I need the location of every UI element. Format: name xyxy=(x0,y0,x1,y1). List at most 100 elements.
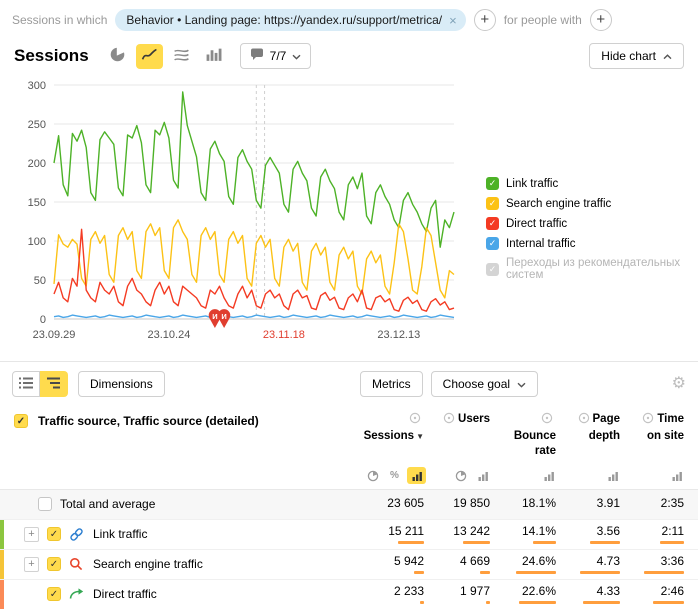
value-share-bar xyxy=(653,601,684,604)
list-view-button[interactable] xyxy=(12,371,40,397)
expand-row-button[interactable]: + xyxy=(24,527,39,542)
metrics-button[interactable]: Metrics xyxy=(360,371,423,397)
percent-display-mode-button[interactable]: % xyxy=(385,467,404,484)
legend-checkbox[interactable]: ✓ xyxy=(486,237,499,250)
display-modes-time-on-site xyxy=(634,467,698,484)
x-axis-tick-label: 23.12.13 xyxy=(377,329,420,341)
bars-display-mode-button[interactable] xyxy=(473,467,492,484)
series-line-internal-traffic[interactable] xyxy=(54,315,454,317)
column-header-time-on-site[interactable]: Time on site xyxy=(634,412,698,444)
segment-chip[interactable]: Behavior • Landing page: https://yandex.… xyxy=(115,9,465,31)
add-people-condition-button[interactable]: + xyxy=(590,9,612,31)
legend-checkbox[interactable]: ✓ xyxy=(486,177,499,190)
metric-value: 4 669 xyxy=(438,555,490,569)
row-label[interactable]: Direct traffic xyxy=(93,587,157,601)
for-people-with-label: for people with xyxy=(504,13,582,27)
direct-arrow-icon xyxy=(69,588,85,600)
bars-display-mode-button[interactable] xyxy=(667,467,686,484)
pie-chart-type-button[interactable] xyxy=(104,44,131,69)
row-checkbox[interactable]: ✓ xyxy=(47,587,61,601)
stacked-chart-type-button[interactable] xyxy=(168,44,195,69)
row-label[interactable]: Search engine traffic xyxy=(93,557,203,571)
legend-item-internal-traffic[interactable]: ✓Internal traffic xyxy=(486,237,698,250)
row-checkbox[interactable]: ✓ xyxy=(47,557,61,571)
value-share-bar xyxy=(516,571,556,574)
value-share-bar xyxy=(583,601,620,604)
select-all-checkbox[interactable]: ✓ xyxy=(14,414,28,428)
metric-value-cell: 19 850 xyxy=(438,497,504,511)
value-share-bar xyxy=(398,541,424,544)
column-header-sessions[interactable]: Sessions▼ xyxy=(358,412,438,444)
expand-row-button[interactable]: + xyxy=(24,557,39,572)
metric-value: 19 850 xyxy=(438,497,490,511)
legend-item-search-engine-traffic[interactable]: ✓Search engine traffic xyxy=(486,197,698,210)
hide-chart-label: Hide chart xyxy=(601,49,656,63)
row-color-stripe xyxy=(0,550,4,579)
tree-view-button[interactable] xyxy=(40,371,68,397)
value-share-bar xyxy=(519,601,556,604)
legend-item-link-traffic[interactable]: ✓Link traffic xyxy=(486,177,698,190)
view-toggle xyxy=(12,371,68,397)
hide-chart-button[interactable]: Hide chart xyxy=(589,43,684,69)
legend-item-direct-traffic[interactable]: ✓Direct traffic xyxy=(486,217,698,230)
pie-chart-icon xyxy=(109,46,126,66)
column-header-label: Bounce rate xyxy=(514,430,556,457)
column-header-users[interactable]: Users xyxy=(438,412,504,429)
pie-display-mode-button[interactable] xyxy=(451,467,470,484)
legend-checkbox[interactable]: ✓ xyxy=(486,263,499,276)
table-row-direct-traffic: ✓Direct traffic2 2331 97722.6%4.332:46 xyxy=(0,580,698,609)
x-axis-tick-label: 23.09.29 xyxy=(33,329,76,341)
choose-goal-label: Choose goal xyxy=(443,377,510,391)
metric-value: 22.6% xyxy=(504,585,556,599)
metric-value: 13 242 xyxy=(438,525,490,539)
row-checkbox[interactable]: ✓ xyxy=(47,527,61,541)
row-label[interactable]: Link traffic xyxy=(93,527,147,541)
chart-legend: ✓Link traffic ✓Search engine traffic ✓Dire… xyxy=(486,177,698,281)
metric-value-cell: 18.1% xyxy=(504,497,570,511)
columns-chart-type-button[interactable] xyxy=(200,44,227,69)
metric-value-cell: 4.33 xyxy=(570,585,634,604)
choose-goal-button[interactable]: Choose goal xyxy=(431,371,538,397)
column-header-label: Sessions xyxy=(364,430,415,442)
bars-display-mode-button[interactable] xyxy=(603,467,622,484)
column-header-page-depth[interactable]: Page depth xyxy=(570,412,634,444)
metric-value-cell: 13 242 xyxy=(438,525,504,544)
y-axis-tick-label: 200 xyxy=(28,158,46,170)
x-axis-tick-label[interactable]: 23.11.18 xyxy=(263,329,305,341)
metric-value-cell: 2 233 xyxy=(358,585,438,604)
value-share-bar xyxy=(533,541,556,544)
value-share-bar xyxy=(590,541,620,544)
annotation-pin[interactable]: И xyxy=(218,309,230,328)
metric-value: 2:11 xyxy=(634,525,684,539)
display-mode-row: % xyxy=(0,463,698,490)
legend-item-[interactable]: ✓Переходы из рекомендательных систем xyxy=(486,257,698,281)
metric-value-cell: 2:46 xyxy=(634,585,698,604)
annotations-count: 7/7 xyxy=(270,49,287,63)
row-label: Total and average xyxy=(60,497,155,511)
metric-value-cell: 2:11 xyxy=(634,525,698,544)
metric-value-cell: 24.6% xyxy=(504,555,570,574)
pie-display-mode-button[interactable] xyxy=(363,467,382,484)
annotations-dropdown[interactable]: 7/7 xyxy=(240,43,312,69)
chevron-up-icon xyxy=(663,49,672,63)
y-axis-tick-label: 150 xyxy=(28,197,46,209)
line-chart-type-button[interactable] xyxy=(136,44,163,69)
metric-value: 5 942 xyxy=(358,555,424,569)
value-share-bar xyxy=(486,601,490,604)
row-checkbox[interactable] xyxy=(38,497,52,511)
segment-remove-icon[interactable]: × xyxy=(449,14,457,27)
sessions-in-which-label: Sessions in which xyxy=(12,13,107,27)
bars-display-mode-button[interactable] xyxy=(407,467,426,484)
dimensions-button[interactable]: Dimensions xyxy=(78,371,165,397)
sessions-line-chart[interactable]: 05010015020025030023.09.2923.10.2423.11.… xyxy=(6,71,486,359)
add-session-condition-button[interactable]: + xyxy=(474,9,496,31)
legend-checkbox[interactable]: ✓ xyxy=(486,217,499,230)
stacked-lines-icon xyxy=(173,46,190,66)
legend-checkbox[interactable]: ✓ xyxy=(486,197,499,210)
metric-info-icon xyxy=(541,415,553,427)
bars-display-mode-button[interactable] xyxy=(539,467,558,484)
table-settings-gear-icon[interactable]: ⚙ xyxy=(672,373,686,393)
yandex-metrica-report: Sessions in which Behavior • Landing pag… xyxy=(0,0,698,609)
series-line-link-traffic[interactable] xyxy=(54,92,454,247)
column-header-bounce-rate[interactable]: Bounce rate xyxy=(504,412,570,459)
